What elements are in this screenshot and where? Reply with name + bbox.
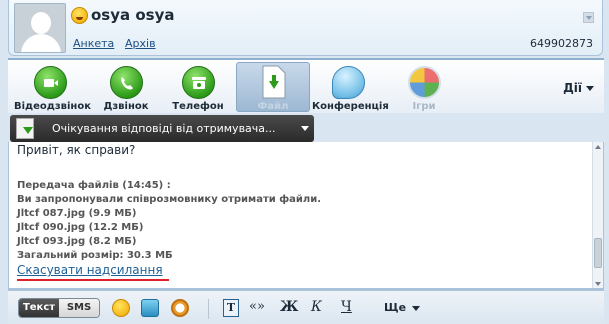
file-download-icon bbox=[16, 118, 34, 139]
message-scrollbar[interactable] bbox=[592, 142, 603, 288]
divider bbox=[208, 299, 209, 319]
contact-name: osya osya bbox=[91, 6, 175, 24]
conference-button[interactable]: Конференція bbox=[312, 63, 389, 115]
status-smiley-icon[interactable] bbox=[71, 7, 88, 24]
smiley-icon[interactable] bbox=[112, 299, 130, 317]
contact-menu-chevron-icon[interactable] bbox=[583, 12, 594, 23]
conference-bubbles-icon bbox=[332, 66, 365, 99]
tv-icon[interactable] bbox=[141, 299, 159, 317]
avatar-head-shape bbox=[31, 12, 51, 34]
text-format-button[interactable]: T bbox=[223, 299, 239, 317]
transfer-total: Загальний розмір: 30.3 МБ bbox=[17, 250, 173, 261]
cancel-sending-link[interactable]: Скасувати надсилання bbox=[17, 263, 163, 277]
transfer-offer: Ви запропонували співрозмовнику отримати… bbox=[17, 194, 322, 205]
file-item: Jltcf 087.jpg (9.9 МБ) bbox=[17, 208, 137, 219]
alarm-clock-icon[interactable] bbox=[171, 299, 189, 317]
italic-button[interactable]: К bbox=[311, 299, 322, 315]
scroll-up-arrow-icon[interactable] bbox=[595, 145, 601, 149]
message-history: Привіт, як справи? Передача файлів (14:4… bbox=[8, 142, 604, 289]
more-menu-button[interactable]: Ще bbox=[384, 301, 421, 314]
scroll-thumb[interactable] bbox=[594, 238, 602, 268]
call-toolbar: Відеодзвінок Дзвінок Телефон Файл Конфер… bbox=[8, 58, 604, 113]
file-transfer-icon bbox=[262, 65, 286, 99]
actions-label: Дії bbox=[563, 81, 582, 95]
sms-mode-button[interactable]: SMS bbox=[59, 299, 99, 317]
conference-label: Конференція bbox=[312, 101, 389, 112]
chevron-down-icon bbox=[586, 86, 594, 91]
games-icon bbox=[408, 66, 441, 99]
file-transfer-button[interactable]: Файл bbox=[236, 62, 310, 112]
telephone-icon bbox=[182, 66, 215, 99]
chevron-down-icon[interactable] bbox=[301, 126, 309, 131]
chevron-down-icon bbox=[412, 305, 421, 311]
profile-link[interactable]: Анкета bbox=[73, 37, 114, 50]
highlight-underline bbox=[17, 279, 169, 281]
file-item: Jltcf 090.jpg (12.2 МБ) bbox=[17, 222, 144, 233]
actions-menu-button[interactable]: Дії bbox=[563, 81, 594, 95]
call-button[interactable]: Дзвінок bbox=[96, 63, 156, 115]
scroll-down-arrow-icon[interactable] bbox=[595, 282, 601, 286]
more-label: Ще bbox=[384, 301, 407, 314]
avatar-body-shape bbox=[21, 34, 61, 52]
video-call-label: Відеодзвінок bbox=[14, 101, 91, 112]
contact-header: osya osya Анкета Архів 649902873 bbox=[8, 0, 603, 56]
message-mode-toggle: Текст SMS bbox=[18, 298, 100, 318]
file-transfer-label: Файл bbox=[257, 101, 289, 112]
quotes-button[interactable]: «» bbox=[249, 299, 265, 314]
call-label: Дзвінок bbox=[103, 101, 149, 112]
bold-button[interactable]: Ж bbox=[280, 299, 298, 315]
telephone-button[interactable]: Телефон bbox=[168, 63, 228, 115]
input-toolbar: Текст SMS T «» Ж К Ч Ще bbox=[8, 289, 604, 324]
telephone-label: Телефон bbox=[172, 101, 224, 112]
games-label: Ігри bbox=[412, 101, 436, 112]
message-greeting: Привіт, як справи? bbox=[17, 143, 136, 157]
video-camera-icon bbox=[34, 66, 67, 99]
file-item: Jltcf 093.jpg (8.2 МБ) bbox=[17, 236, 137, 247]
transfer-status-bar[interactable]: Очікування відповіді від отримувача... bbox=[10, 115, 314, 142]
avatar[interactable] bbox=[14, 3, 66, 53]
games-button[interactable]: Ігри bbox=[400, 63, 448, 115]
underline-button[interactable]: Ч bbox=[341, 299, 352, 315]
contact-uin: 649902873 bbox=[530, 37, 593, 50]
phone-handset-icon bbox=[110, 66, 143, 99]
notification-row-background bbox=[314, 115, 604, 142]
transfer-status-text: Очікування відповіді від отримувача... bbox=[52, 122, 276, 135]
transfer-header: Передача файлів (14:45) : bbox=[17, 180, 171, 191]
archive-link[interactable]: Архів bbox=[125, 37, 156, 50]
text-mode-button[interactable]: Текст bbox=[19, 299, 59, 317]
video-call-button[interactable]: Відеодзвінок bbox=[14, 63, 91, 115]
